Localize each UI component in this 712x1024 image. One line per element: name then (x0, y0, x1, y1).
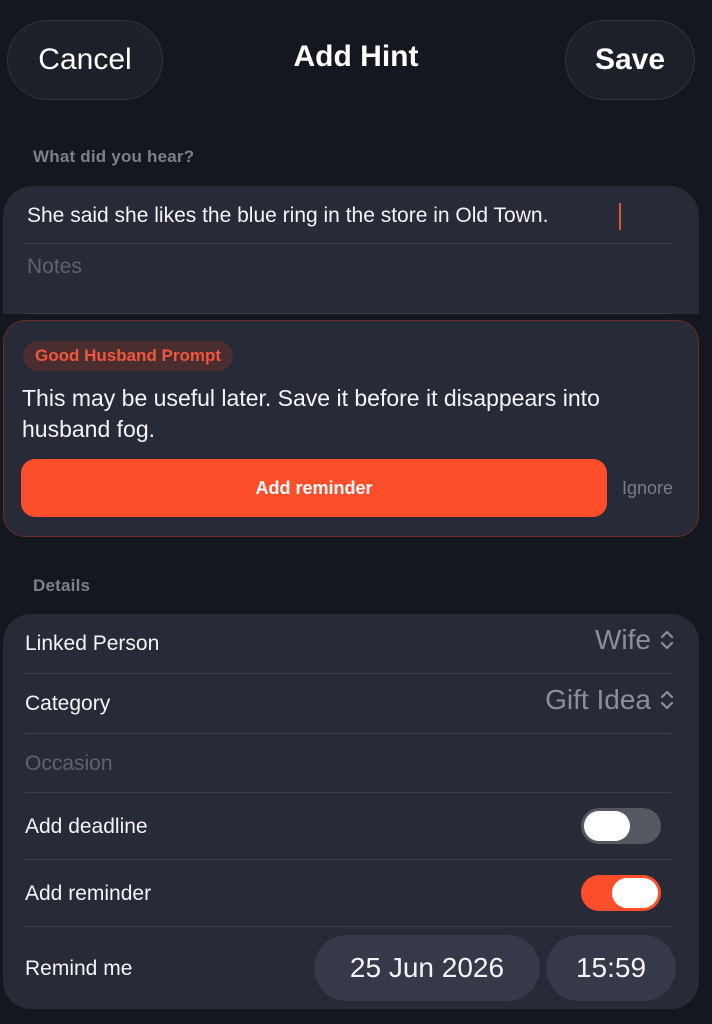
divider (25, 243, 671, 244)
hint-text-input[interactable]: She said she likes the blue ring in the … (27, 204, 548, 228)
reminder-time-picker[interactable]: 15:59 (546, 935, 676, 1001)
chevron-up-down-icon (660, 630, 674, 650)
linked-person-value: Wife (595, 624, 651, 655)
divider (25, 673, 671, 674)
divider (25, 792, 671, 793)
chevron-up-down-icon (660, 690, 674, 710)
save-button[interactable]: Save (565, 20, 695, 100)
hint-card: She said she likes the blue ring in the … (3, 186, 699, 314)
linked-person-picker[interactable]: Wife (595, 624, 675, 656)
category-label: Category (25, 692, 111, 715)
toggle-knob (612, 878, 658, 908)
add-reminder-label: Add reminder (25, 882, 152, 905)
linked-person-label: Linked Person (25, 632, 160, 655)
details-section-label: Details (33, 576, 91, 595)
divider (25, 926, 671, 927)
divider (25, 859, 671, 860)
toggle-knob (584, 811, 630, 841)
hint-section-label: What did you hear? (33, 147, 195, 166)
category-value: Gift Idea (545, 684, 651, 715)
divider (25, 313, 671, 314)
category-picker[interactable]: Gift Idea (545, 684, 675, 716)
remind-me-label: Remind me (25, 957, 133, 980)
add-deadline-toggle[interactable] (581, 808, 661, 844)
prompt-message: This may be useful later. Save it before… (22, 385, 600, 442)
add-reminder-button[interactable]: Add reminder (21, 459, 607, 517)
add-reminder-toggle[interactable] (581, 875, 661, 911)
add-deadline-label: Add deadline (25, 815, 148, 838)
divider (25, 733, 671, 734)
text-caret (619, 203, 621, 230)
notes-input[interactable]: Notes (27, 255, 82, 279)
details-card: Linked Person Wife Category Gift Idea Oc… (3, 614, 699, 1009)
prompt-badge: Good Husband Prompt (23, 341, 234, 371)
ignore-button[interactable]: Ignore (622, 478, 673, 499)
husband-prompt-card: Good Husband Prompt This may be useful l… (3, 320, 699, 537)
occasion-input[interactable]: Occasion (25, 752, 113, 776)
reminder-date-picker[interactable]: 25 Jun 2026 (314, 935, 540, 1001)
